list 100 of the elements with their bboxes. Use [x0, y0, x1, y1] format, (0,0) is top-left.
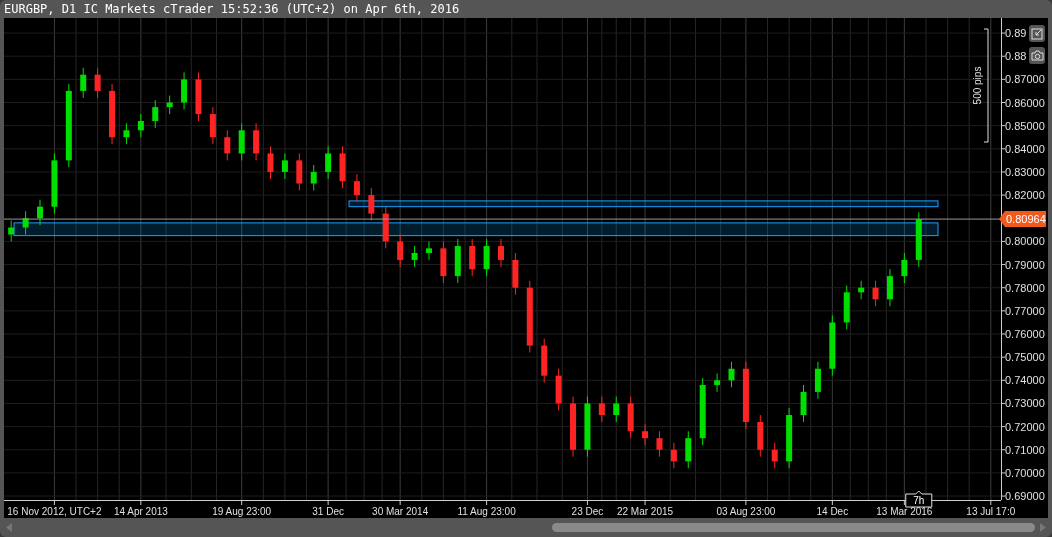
candle	[310, 164, 317, 191]
candle	[627, 396, 634, 439]
candle	[109, 83, 116, 145]
candle	[8, 220, 15, 242]
axis-label: 0.85000	[1005, 119, 1045, 132]
price-badge: 0.80964	[999, 211, 1046, 228]
window-title: EURGBP, D1 IC Markets cTrader 15:52:36 (UTC+2) on Apr 6th, 2016	[4, 3, 460, 15]
candle	[296, 152, 303, 191]
candle	[742, 361, 749, 430]
candle	[512, 252, 519, 296]
candle	[843, 284, 850, 330]
candle	[368, 187, 375, 222]
axis-label: 14 Apr 2013	[113, 506, 168, 517]
camera-icon[interactable]	[1029, 47, 1045, 64]
candle	[757, 414, 764, 458]
candle	[714, 372, 721, 393]
axis-label: 0.73000	[1005, 397, 1045, 410]
candle	[209, 106, 216, 145]
axis-label: 03 Aug 23:00	[716, 506, 776, 517]
axis-label: 0.78000	[1005, 281, 1045, 294]
range-label: 500 pips	[972, 66, 983, 105]
candle	[872, 280, 879, 307]
axis-label: 13 Mar 2016	[876, 506, 933, 517]
candle	[37, 199, 43, 226]
axis-label: 0.70000	[1005, 466, 1045, 479]
candle	[181, 71, 188, 110]
candle	[397, 233, 404, 268]
candle	[656, 430, 663, 458]
candle	[440, 240, 447, 284]
axis-label: 23 Dec	[571, 506, 604, 517]
candle	[814, 361, 821, 400]
axis-label: 0.69000	[1005, 490, 1045, 503]
axis-label: 0.76000	[1005, 328, 1045, 340]
candle	[137, 113, 144, 138]
expand-icon[interactable]	[1029, 25, 1045, 42]
candle	[80, 67, 87, 99]
price-zone[interactable]	[13, 222, 939, 237]
axis-label: 0.80000	[1005, 235, 1045, 248]
axis-label: 19 Aug 23:00	[212, 506, 272, 517]
candle	[541, 338, 548, 384]
candle	[224, 129, 231, 161]
axis-label: 30 Mar 2014	[372, 506, 429, 517]
candle	[901, 252, 908, 284]
candle	[411, 245, 418, 268]
candle	[238, 122, 245, 161]
price-zone[interactable]	[348, 200, 939, 208]
candle	[555, 368, 562, 411]
candle	[886, 268, 893, 307]
candle	[598, 396, 605, 423]
axis-label: 0.82000	[1005, 189, 1045, 202]
candle	[699, 377, 706, 446]
candle	[613, 396, 620, 423]
axis-label: 22 Mar 2015	[617, 506, 674, 517]
axis-label: 0.77000	[1005, 304, 1045, 317]
axis-label: 14 Dec	[816, 506, 849, 517]
axis-label: 0.74000	[1005, 374, 1045, 387]
candle	[771, 442, 778, 469]
candle	[51, 152, 58, 215]
axis-label: 0.84000	[1005, 142, 1045, 155]
candle	[858, 280, 865, 300]
candle	[670, 442, 677, 469]
candle	[281, 152, 288, 180]
candle	[22, 210, 29, 235]
candle	[454, 238, 461, 284]
scrollbar-thumb[interactable]	[552, 523, 1035, 532]
axis-label: 31 Dec	[312, 506, 344, 517]
candle	[915, 211, 922, 268]
axis-label: 0.71000	[1005, 443, 1045, 456]
candle	[123, 122, 130, 145]
candle	[642, 423, 649, 446]
candle	[584, 396, 591, 458]
axis-label: 0.86000	[1005, 96, 1045, 109]
axis-label: 0.79000	[1005, 258, 1045, 271]
candle	[339, 146, 346, 189]
candle	[483, 238, 490, 277]
axis-label: 16 Nov 2012, UTC+2	[7, 506, 102, 517]
axis-label: 0.89	[1005, 27, 1027, 40]
candle	[353, 173, 360, 203]
candle	[166, 95, 173, 115]
candle	[498, 238, 504, 268]
candle	[425, 240, 432, 261]
time-cursor-label: 7h	[905, 490, 933, 508]
ref-line-label: 0.80964	[1006, 213, 1046, 226]
axis-label: 0.72000	[1005, 420, 1045, 433]
axis-label: 0.83000	[1005, 165, 1045, 178]
candle	[728, 361, 735, 388]
candle	[800, 384, 807, 423]
candle	[469, 238, 476, 277]
candle	[829, 315, 836, 377]
axis-label: 0.88	[1005, 50, 1027, 63]
candle	[325, 146, 332, 180]
candle	[267, 146, 274, 180]
candle	[195, 71, 202, 122]
candle	[570, 396, 577, 458]
axis-label: 0.75000	[1005, 351, 1045, 364]
axis-label: 11 Aug 23:00	[457, 506, 516, 517]
candle	[152, 99, 159, 129]
candle	[253, 122, 260, 161]
candle	[786, 407, 793, 469]
axis-label: 13 Jul 17:0	[966, 506, 1016, 517]
